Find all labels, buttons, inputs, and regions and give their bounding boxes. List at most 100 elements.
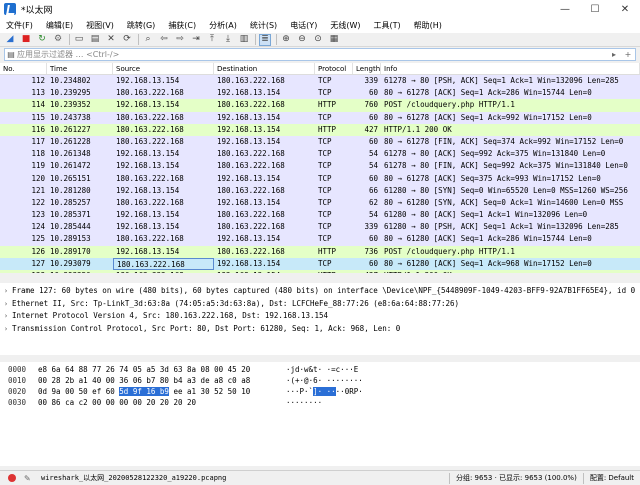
menu-item-5[interactable]: 分析(A) xyxy=(209,20,237,31)
ascii-selected: ]· ·· xyxy=(313,387,336,396)
menu-item-3[interactable]: 跳转(G) xyxy=(127,20,155,31)
packet-cell-src: 192.168.13.154 xyxy=(116,210,180,220)
menu-item-7[interactable]: 电话(Y) xyxy=(290,20,317,31)
packet-cell-info: 80 → 61278 [ACK] Seq=1 Ack=992 Win=17152… xyxy=(384,112,592,122)
column-header-no[interactable]: No. xyxy=(0,63,47,74)
options-gear-icon[interactable]: ⚙ xyxy=(52,34,64,46)
zoom-in-icon[interactable]: ⊕ xyxy=(280,34,292,46)
packet-cell-time: 10.239295 xyxy=(50,88,91,98)
packet-row[interactable]: 119 10.261472 192.168.13.154 180.163.222.16… xyxy=(0,160,640,173)
menu-item-10[interactable]: 帮助(H) xyxy=(414,20,442,31)
packet-row[interactable]: 122 10.285257 180.163.222.168 192.168.13.15… xyxy=(0,196,640,210)
packet-row[interactable]: 115 10.243738 180.163.222.168 192.168.13.15… xyxy=(0,111,640,124)
packet-row[interactable]: 121 10.281280 192.168.13.154 180.163.222.16… xyxy=(0,184,640,197)
detail-tree-item[interactable]: › Frame 127: 60 bytes on wire (480 bits),… xyxy=(0,285,640,298)
apply-filter-arrow-icon[interactable]: ▸ xyxy=(607,50,621,59)
packet-row[interactable]: 120 10.265151 180.163.222.168 192.168.13.15… xyxy=(0,172,640,185)
zoom-out-icon[interactable]: ⊖ xyxy=(296,34,308,46)
display-filter-input[interactable] xyxy=(17,49,607,60)
detail-tree-item[interactable]: › Internet Protocol Version 4, Src: 180.1… xyxy=(0,310,640,323)
minimize-button[interactable]: — xyxy=(550,0,580,18)
packet-cell-no: 121 xyxy=(31,185,45,195)
menu-item-9[interactable]: 工具(T) xyxy=(373,20,400,31)
menu-item-4[interactable]: 捕获(C) xyxy=(168,20,196,31)
expand-arrow-icon[interactable]: › xyxy=(0,323,12,336)
first-packet-icon[interactable]: ⤒ xyxy=(206,34,218,46)
ascii-bytes[interactable]: ···P·`]· ····0RP· xyxy=(286,386,406,397)
capture-comment-icon[interactable]: ✎ xyxy=(24,474,33,483)
find-icon[interactable]: ⌕ xyxy=(142,34,154,46)
packet-row[interactable]: 117 10.261228 180.163.222.168 192.168.13.15… xyxy=(0,135,640,149)
maximize-button[interactable]: ☐ xyxy=(580,0,610,18)
open-file-icon[interactable]: ▭ xyxy=(73,34,85,46)
packet-row[interactable]: 112 10.234802 192.168.13.154 180.163.222.16… xyxy=(0,75,640,88)
hex-bytes[interactable]: 0d 9a 00 50 ef 60 5d 9f 16 b9 ee a1 30 5… xyxy=(38,386,286,397)
column-header-destination[interactable]: Destination xyxy=(214,63,315,74)
packet-cell-len: 54 xyxy=(368,161,378,171)
hex-bytes[interactable]: e8 6a 64 88 77 26 74 05 a5 3d 63 8a 08 0… xyxy=(38,364,286,375)
packet-row[interactable]: 126 10.289170 192.168.13.154 180.163.222.16… xyxy=(0,245,640,258)
last-packet-icon[interactable]: ⤓ xyxy=(222,34,234,46)
packet-row[interactable]: 114 10.239352 192.168.13.154 180.163.222.16… xyxy=(0,99,640,112)
menu-bar: 文件(F) 编辑(E) 视图(V) 跳转(G) 捕获(C) 分析(A) 统计(S) 电话(Y)… xyxy=(0,18,640,33)
packet-row[interactable]: 123 10.285371 192.168.13.154 180.163.222.16… xyxy=(0,209,640,222)
menu-item-6[interactable]: 统计(S) xyxy=(250,20,277,31)
packet-cell-len: 60 xyxy=(368,136,378,146)
packet-cell-time: 10.289170 xyxy=(50,246,91,256)
menu-item-2[interactable]: 视图(V) xyxy=(86,20,114,31)
hex-dump-row: 0030 00 86 ca c2 00 00 00 00 20 20 20 20 ·… xyxy=(0,397,640,408)
status-bar: ✎ wireshark_以太网_20200528122320_a19220.pc… xyxy=(0,470,640,485)
colorize-icon[interactable]: ≣ xyxy=(259,33,271,46)
detail-tree-item[interactable]: › Transmission Control Protocol, Src Port… xyxy=(0,323,640,336)
ascii-bytes[interactable]: ········ xyxy=(286,397,406,408)
close-file-icon[interactable]: ✕ xyxy=(105,34,117,46)
packet-cell-no: 122 xyxy=(31,197,45,207)
ascii-bytes[interactable]: ·jd·w&t· ·=c···E xyxy=(286,364,406,375)
restart-icon[interactable]: ↻ xyxy=(36,34,48,46)
menu-item-8[interactable]: 无线(W) xyxy=(330,20,360,31)
profile-status[interactable]: 配置: Default xyxy=(590,473,634,483)
zoom-normal-icon[interactable]: ⊙ xyxy=(312,34,324,46)
filter-bookmark-icon[interactable]: ▤ xyxy=(5,50,17,59)
packet-row[interactable]: 116 10.261227 180.163.222.168 192.168.13.15… xyxy=(0,123,640,136)
column-header-source[interactable]: Source xyxy=(113,63,214,74)
hex-offset: 0030 xyxy=(8,398,27,407)
autoscroll-icon[interactable]: ▥ xyxy=(238,34,250,46)
detail-tree-item[interactable]: › Ethernet II, Src: Tp-LinkT_3d:63:8a (74… xyxy=(0,298,640,311)
save-file-icon[interactable]: ▤ xyxy=(89,34,101,46)
packet-cell-proto: TCP xyxy=(318,149,332,159)
expand-arrow-icon[interactable]: › xyxy=(0,285,12,298)
packet-row[interactable]: 124 10.285444 192.168.13.154 180.163.222.16… xyxy=(0,221,640,234)
packet-cell-no: 123 xyxy=(31,210,45,220)
column-header-info[interactable]: Info xyxy=(381,63,640,74)
expand-arrow-icon[interactable]: › xyxy=(0,310,12,323)
go-forward-icon[interactable]: ⇨ xyxy=(174,34,186,46)
expand-arrow-icon[interactable]: › xyxy=(0,298,12,311)
packet-row[interactable]: 12810.293250180.163.222.168192.168.13.15… xyxy=(0,270,640,273)
packet-row[interactable]: 118 10.261348 192.168.13.154 180.163.222.16… xyxy=(0,148,640,161)
column-header-time[interactable]: Time xyxy=(47,63,113,74)
stop-icon[interactable]: ■ xyxy=(20,34,32,46)
close-button[interactable]: ✕ xyxy=(610,0,640,18)
resize-columns-icon[interactable]: ▦ xyxy=(328,34,340,46)
expert-info-status-icon[interactable] xyxy=(8,474,16,482)
shark-fin-start-icon[interactable]: ◢ xyxy=(4,34,16,46)
packet-row[interactable]: 113 10.239295 180.163.222.168 192.168.13.15… xyxy=(0,87,640,100)
go-back-icon[interactable]: ⇦ xyxy=(158,34,170,46)
go-to-packet-icon[interactable]: ⇥ xyxy=(190,34,202,46)
hex-bytes[interactable]: 00 86 ca c2 00 00 00 00 20 20 20 20 xyxy=(38,397,286,408)
hex-dump-row: 0020 0d 9a 00 50 ef 60 5d 9f 16 b9 ee a1 … xyxy=(0,386,640,397)
packet-cell-len: 339 xyxy=(364,76,378,85)
packet-row[interactable]: 127 10.293079 180.163.222.168 192.168.13.15… xyxy=(0,257,640,270)
ascii-bytes[interactable]: ·(+·@·6· ········ xyxy=(286,375,406,386)
column-header-protocol[interactable]: Protocol xyxy=(315,63,353,74)
reload-icon[interactable]: ⟳ xyxy=(121,34,133,46)
hex-bytes-pre: 00 86 ca c2 00 00 00 00 20 20 20 20 xyxy=(38,398,197,407)
packet-row[interactable]: 125 10.289153 180.163.222.168 192.168.13.15… xyxy=(0,233,640,246)
column-header-length[interactable]: Length xyxy=(353,63,381,74)
add-filter-button-icon[interactable]: + xyxy=(621,50,635,59)
hex-bytes[interactable]: 00 28 2b a1 40 00 36 06 b7 80 b4 a3 de a… xyxy=(38,375,286,386)
menu-item-1[interactable]: 编辑(E) xyxy=(46,20,73,31)
menu-item-0[interactable]: 文件(F) xyxy=(6,20,33,31)
packet-cell-src: 180.163.222.168 xyxy=(116,136,184,146)
